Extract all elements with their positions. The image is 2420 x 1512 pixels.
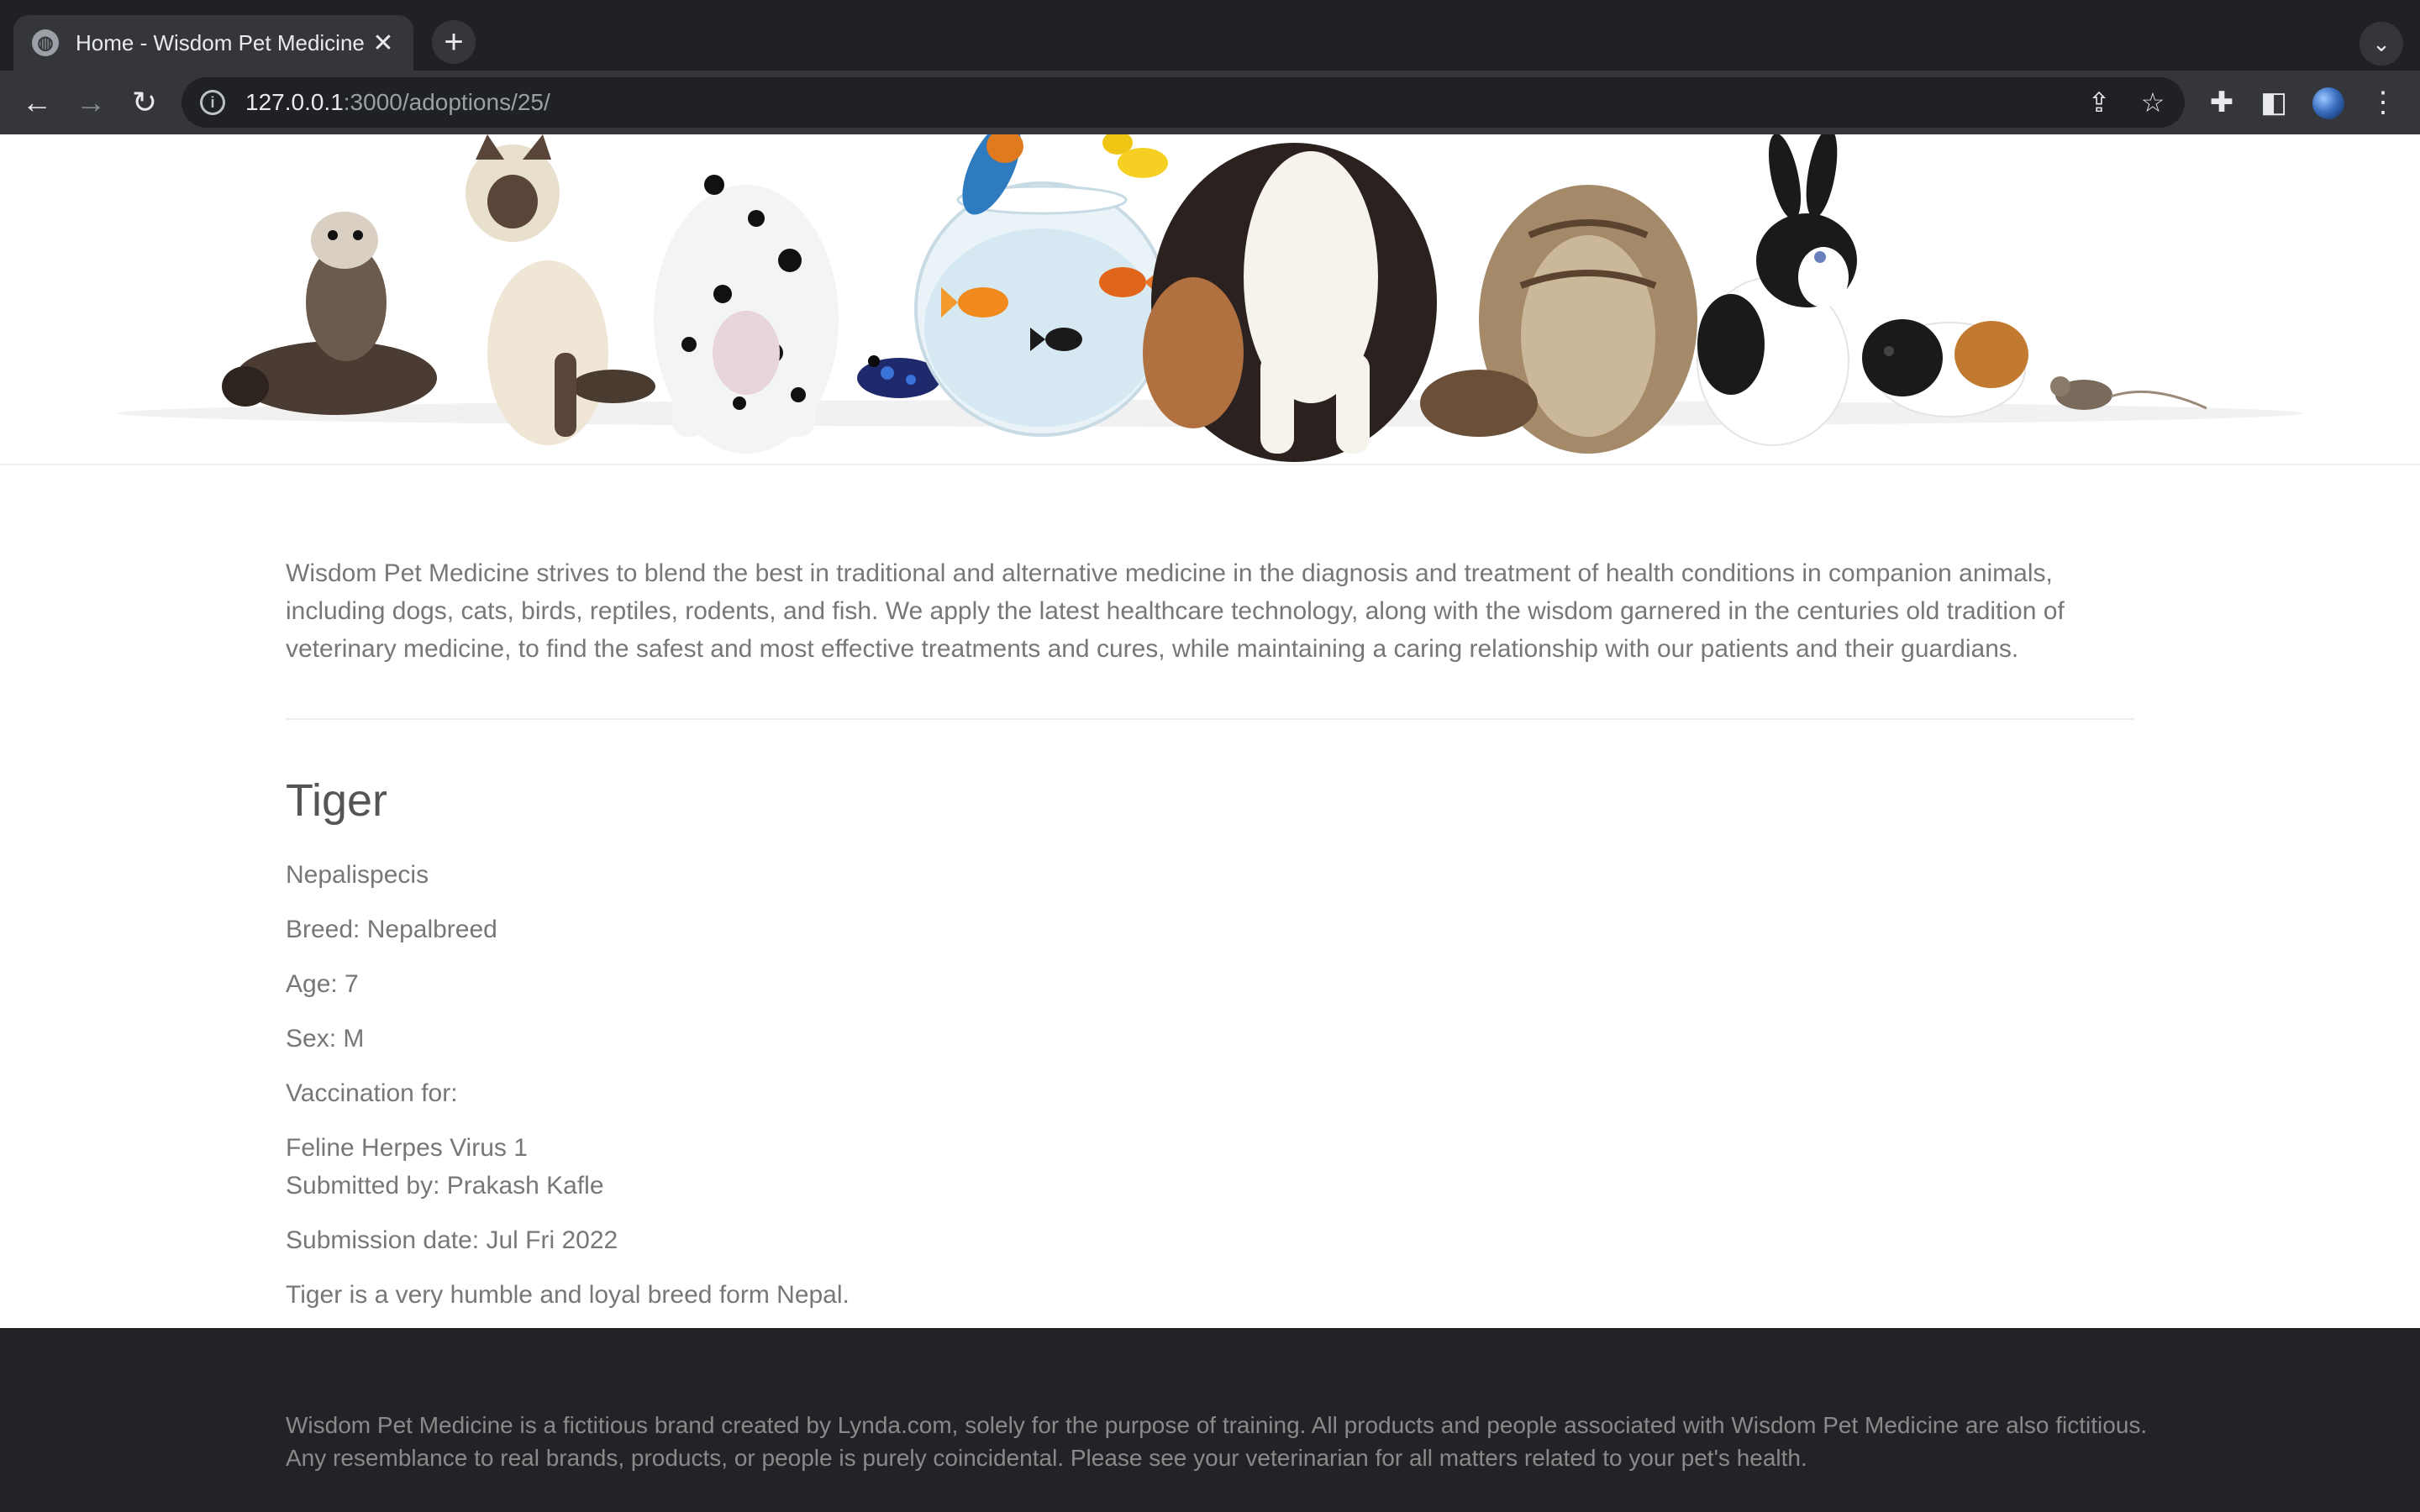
browser-tab[interactable]: ◍ Home - Wisdom Pet Medicine ✕	[13, 15, 413, 71]
new-tab-button[interactable]: +	[432, 20, 476, 64]
fishbowl-illustration	[914, 181, 1170, 437]
tab-title: Home - Wisdom Pet Medicine	[76, 29, 365, 55]
guinea-pig-illustration	[1862, 319, 2028, 417]
submitted-by: Submitted by: Prakash Kafle	[286, 1172, 604, 1200]
submission-date: Submission date: Jul Fri 2022	[286, 1226, 618, 1254]
section-divider	[286, 718, 2134, 720]
intro-paragraph: Wisdom Pet Medicine strives to blend the…	[286, 559, 2065, 663]
animals-banner	[0, 134, 2420, 465]
browser-toolbar: ← → ↻ i 127.0.0.1:3000/adoptions/25/ ⇪ ☆…	[0, 71, 2420, 134]
address-bar[interactable]: i 127.0.0.1:3000/adoptions/25/ ⇪ ☆	[182, 77, 2185, 128]
share-icon[interactable]: ⇪	[2079, 82, 2119, 123]
globe-icon: ◍	[32, 29, 59, 56]
pet-name-heading: Tiger	[286, 775, 388, 826]
site-info-icon[interactable]: i	[200, 90, 225, 115]
ferret-illustration	[222, 212, 437, 415]
extensions-puzzle-icon[interactable]: ✚	[2200, 81, 2244, 124]
tabby-cat-illustration	[1420, 185, 1697, 454]
footer-disclaimer: Wisdom Pet Medicine is a fictitious bran…	[286, 1412, 2148, 1471]
menu-kebab-icon[interactable]: ⋮	[2361, 81, 2405, 124]
side-panel-icon[interactable]: ◧	[2252, 81, 2296, 124]
tab-search-button[interactable]: ⌄	[2360, 22, 2403, 66]
collie-dog-illustration	[1143, 143, 1437, 462]
main-content: Wisdom Pet Medicine strives to blend the…	[286, 465, 2134, 1314]
pet-description: Tiger is a very humble and loyal breed f…	[286, 1281, 850, 1309]
pet-species: Nepalispecis	[286, 861, 429, 889]
dalmatian-illustration	[654, 175, 839, 454]
forward-arrow-icon[interactable]: →	[69, 81, 113, 124]
close-icon[interactable]: ✕	[368, 28, 398, 58]
pet-breed: Breed: Nepalbreed	[286, 916, 497, 943]
pet-age: Age: 7	[286, 970, 359, 998]
page-viewport: Wisdom Pet Medicine strives to blend the…	[0, 134, 2420, 1512]
reload-icon[interactable]: ↻	[123, 81, 166, 124]
site-footer: Wisdom Pet Medicine is a fictitious bran…	[0, 1328, 2420, 1512]
siamese-cat-illustration	[466, 134, 655, 445]
rabbit-illustration	[1697, 134, 1857, 446]
mouse-illustration	[2050, 376, 2207, 410]
bookmark-star-icon[interactable]: ☆	[2133, 82, 2173, 123]
url-path: :3000/adoptions/25/	[343, 89, 550, 115]
browser-tabstrip: ◍ Home - Wisdom Pet Medicine ✕ + ⌄	[0, 0, 2420, 71]
vaccination-name: Feline Herpes Virus 1	[286, 1134, 528, 1162]
vaccination-label: Vaccination for:	[286, 1079, 458, 1107]
animals-banner-illustration	[118, 134, 2302, 462]
url-text: 127.0.0.1:3000/adoptions/25/	[245, 89, 550, 116]
back-arrow-icon[interactable]: ←	[15, 81, 59, 124]
url-host: 127.0.0.1	[245, 89, 344, 115]
pet-sex: Sex: M	[286, 1025, 365, 1053]
profile-avatar[interactable]	[2312, 87, 2344, 119]
